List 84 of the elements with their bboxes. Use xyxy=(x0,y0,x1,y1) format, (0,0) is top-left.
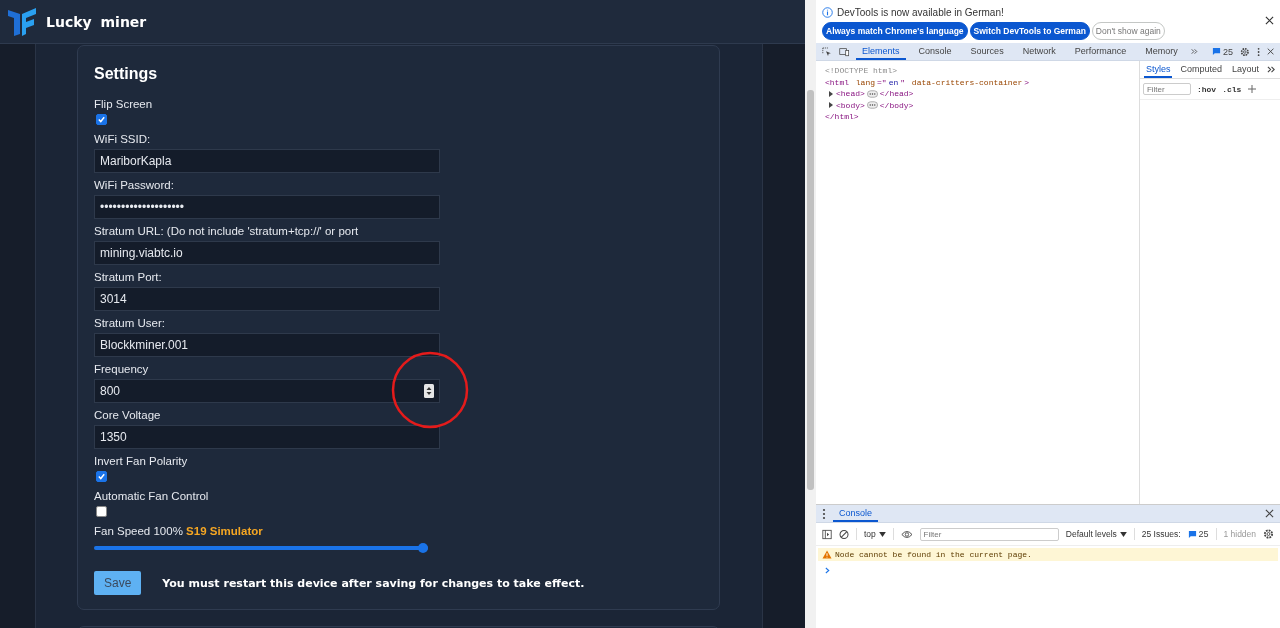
warning-icon xyxy=(822,550,832,559)
dom-line[interactable]: </html> xyxy=(825,111,1130,123)
device-icon[interactable] xyxy=(838,45,850,58)
field-label: Automatic Fan Control xyxy=(94,489,209,504)
dom-line[interactable]: <head> xyxy=(836,88,865,100)
logo-icon xyxy=(6,5,38,38)
settings-title: Settings xyxy=(94,64,159,84)
eye-icon[interactable] xyxy=(900,529,913,539)
sidebar-icon[interactable] xyxy=(822,528,833,540)
plus-icon[interactable] xyxy=(1247,84,1258,94)
info-icon xyxy=(822,6,833,18)
field-label: WiFi SSID: xyxy=(94,132,151,147)
styles-tab[interactable]: Styles xyxy=(1143,61,1173,78)
kebab-menu-icon[interactable] xyxy=(822,507,826,520)
devtools-tab[interactable]: Network xyxy=(1016,43,1062,60)
infobar-button[interactable]: Switch DevTools to German xyxy=(969,22,1090,40)
prompt-icon[interactable] xyxy=(825,567,830,574)
field-label: Flip Screen xyxy=(94,97,153,112)
close-icon[interactable] xyxy=(1266,47,1274,56)
filter-field[interactable]: Filter xyxy=(1142,83,1191,95)
issues-badge[interactable]: 25 xyxy=(1211,46,1233,57)
infobar-message: DevTools is now available in German! xyxy=(837,6,1004,18)
issues-badge[interactable]: 25 xyxy=(1187,529,1209,539)
app-title: Lucky miner xyxy=(46,13,147,30)
input-field[interactable]: •••••••••••••••••••• xyxy=(94,195,440,219)
devtools-tab[interactable]: Console xyxy=(912,43,958,60)
input-field[interactable]: 800 xyxy=(94,379,440,403)
devtools-tab[interactable]: Memory xyxy=(1139,43,1184,60)
expand-triangle-icon[interactable] xyxy=(828,102,834,109)
close-icon[interactable] xyxy=(1265,509,1274,518)
devtools-tab[interactable]: Elements xyxy=(856,43,906,60)
cls-toggle[interactable]: .cls xyxy=(1222,84,1242,94)
issues-label: 25 Issues: xyxy=(1141,529,1181,539)
caret-icon[interactable] xyxy=(878,531,886,537)
ellipsis-icon[interactable] xyxy=(866,101,878,110)
field-label: Stratum Port: xyxy=(94,270,162,285)
devtools-tab[interactable]: Sources xyxy=(964,43,1010,60)
console-message: Node cannot be found in the current page. xyxy=(835,550,1032,559)
restart-notice: You must restart this device after saving for changes to take effect. xyxy=(162,576,585,590)
hidden-count: 1 hidden xyxy=(1223,529,1257,539)
expand-triangle-icon[interactable] xyxy=(828,90,834,97)
fan-speed-slider[interactable] xyxy=(94,543,428,553)
kebab-menu-icon[interactable] xyxy=(1256,45,1260,58)
dom-line[interactable]: </body> xyxy=(879,99,914,111)
checkbox[interactable] xyxy=(96,471,107,482)
drawer-tab[interactable]: Console xyxy=(833,505,879,522)
field-label: Core Voltage xyxy=(94,408,161,423)
input-field[interactable]: MariborKapla xyxy=(94,149,440,173)
field-label: Frequency xyxy=(94,362,149,377)
levels-dropdown[interactable]: Default levels xyxy=(1065,529,1127,539)
field-label: Invert Fan Polarity xyxy=(94,454,188,469)
field-label: Stratum User: xyxy=(94,316,165,331)
dom-line[interactable]: <body> xyxy=(836,99,865,111)
checkbox[interactable] xyxy=(96,114,107,125)
dom-line[interactable]: <!DOCTYPE html> xyxy=(825,65,1130,77)
infobar-button[interactable]: Always match Chrome's language xyxy=(822,22,968,40)
field-label: Fan Speed 100% S19 Simulator xyxy=(94,524,263,539)
inspect-icon[interactable] xyxy=(822,45,832,58)
scrollbar[interactable] xyxy=(805,0,816,628)
input-field[interactable]: mining.viabtc.io xyxy=(94,241,440,265)
checkbox[interactable] xyxy=(96,506,107,517)
styles-tab[interactable]: Computed xyxy=(1178,61,1224,78)
field-label: WiFi Password: xyxy=(94,178,174,193)
hov-toggle[interactable]: :hov xyxy=(1196,84,1217,94)
settings-icon[interactable] xyxy=(1263,528,1274,540)
settings-icon[interactable] xyxy=(1239,45,1250,58)
input-field[interactable]: 3014 xyxy=(94,287,440,311)
clear-icon[interactable] xyxy=(839,528,850,540)
ellipsis-icon[interactable] xyxy=(866,89,878,98)
devtools-tab[interactable]: Performance xyxy=(1068,43,1133,60)
styles-tab[interactable]: Layout xyxy=(1229,61,1261,78)
more-tabs-icon[interactable] xyxy=(1267,65,1276,74)
caret-icon[interactable] xyxy=(1119,531,1127,537)
spinner-icon[interactable] xyxy=(424,384,434,398)
dom-line[interactable]: </head> xyxy=(879,88,914,100)
input-field[interactable]: 1350 xyxy=(94,425,440,449)
field-label: Stratum URL: (Do not include 'stratum+tcp://' or port xyxy=(94,224,359,239)
infobar-button[interactable]: Don't show again xyxy=(1091,22,1165,40)
console-filter-field[interactable]: Filter xyxy=(919,527,1059,541)
context-dropdown[interactable]: top xyxy=(863,529,886,539)
input-field[interactable]: Blockkminer.001 xyxy=(94,333,440,357)
close-icon[interactable] xyxy=(1265,16,1274,25)
dom-line[interactable]: <html lang =" en " data-critters-container > xyxy=(825,76,1130,88)
save-button[interactable]: Save xyxy=(94,571,142,595)
